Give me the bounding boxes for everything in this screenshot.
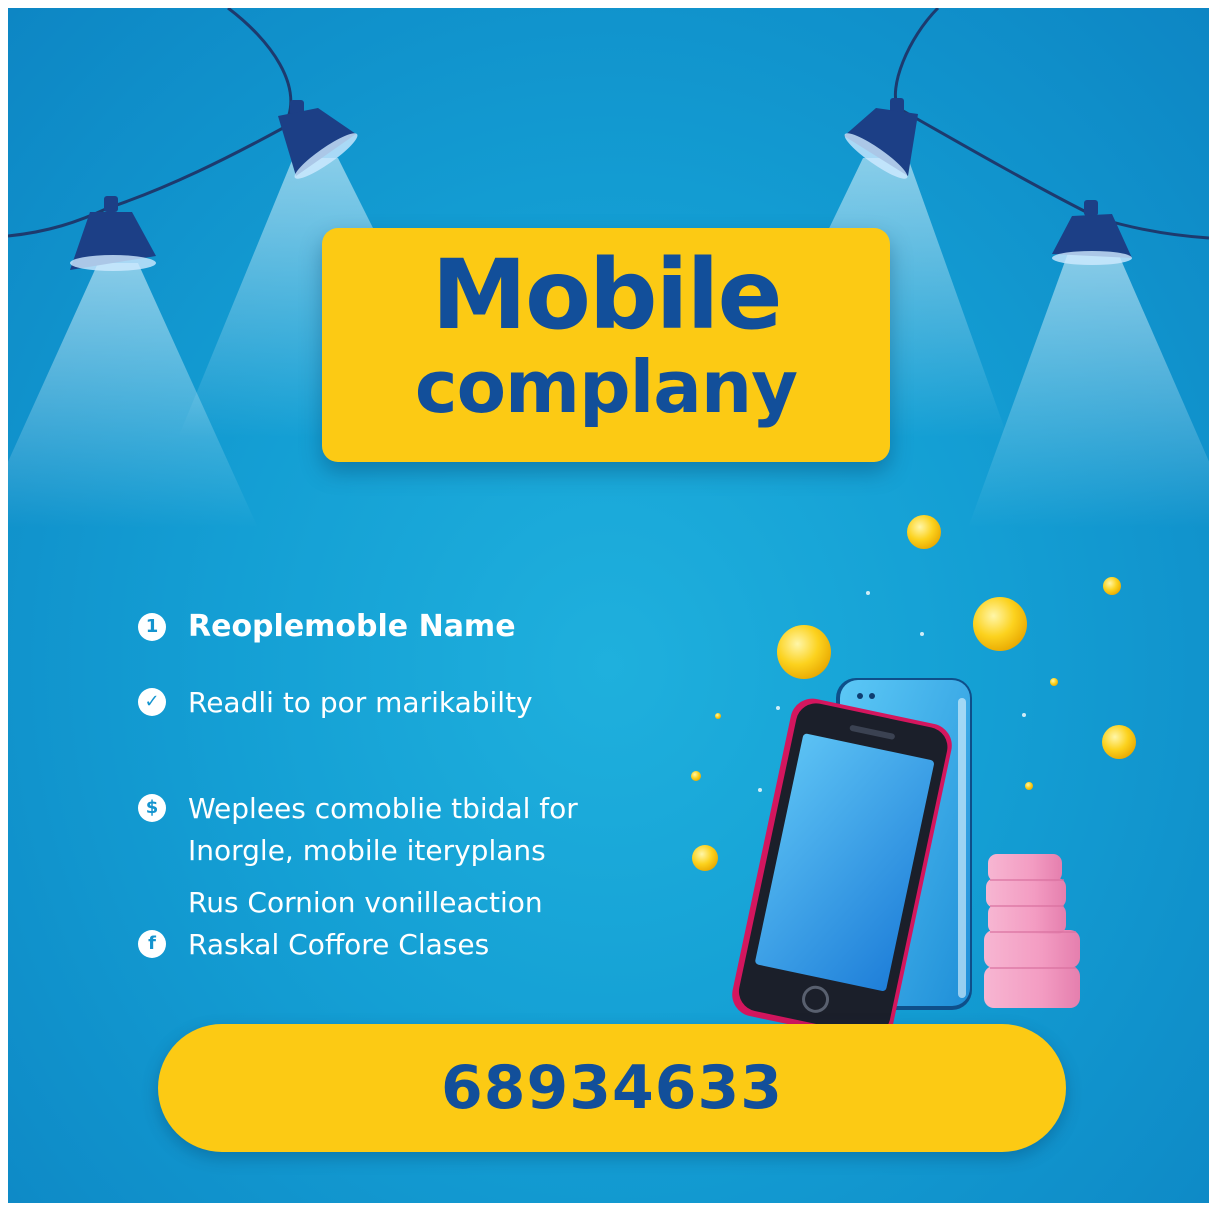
title-mobile: Mobile (431, 239, 782, 351)
feature-item-2: Readli to por marikabilty (188, 686, 533, 719)
spotlight-lamp-icon (70, 196, 156, 271)
check-icon: ✓ (138, 688, 166, 716)
feature-item-4: Rus Cornion vonilleaction (188, 886, 543, 919)
info-icon: 1 (138, 613, 166, 641)
coin-stack-icon (984, 854, 1080, 1008)
dollar-icon: $ (138, 794, 166, 822)
mobile-company-poster: Mobile complany 1 Reoplemoble Name ✓ Rea… (8, 8, 1209, 1203)
phone-number-banner: 68934633 (158, 1024, 1066, 1152)
facebook-icon: f (138, 930, 166, 958)
lamp-wires (8, 8, 1209, 240)
title-banner: Mobile complany (322, 228, 890, 462)
title-company: complany (414, 345, 798, 429)
feature-item-1: Reoplemoble Name (188, 609, 516, 644)
spotlight-lamp-icon (1052, 200, 1132, 265)
feature-item-3-line-1: Weplees comoblie tbidal for (188, 792, 578, 825)
phone-number: 68934633 (441, 1053, 783, 1123)
feature-item-5: Raskal Coffore Clases (188, 928, 490, 961)
feature-item-3-line-2: Inorgle, mobile iteryplans (188, 834, 546, 867)
